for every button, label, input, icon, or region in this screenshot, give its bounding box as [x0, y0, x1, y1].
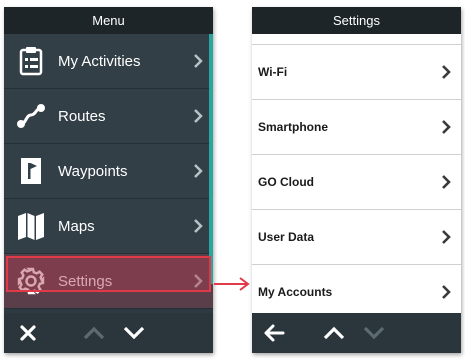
- chevron-right-icon: [431, 119, 461, 135]
- settings-bottom-bar: [252, 313, 461, 353]
- chevron-up-icon[interactable]: [74, 313, 114, 353]
- settings-item-wifi[interactable]: Wi-Fi: [252, 45, 461, 100]
- settings-item-label: Wi-Fi: [258, 65, 288, 79]
- menu-item-maps[interactable]: Maps: [4, 199, 213, 254]
- chevron-right-icon: [431, 64, 461, 80]
- menu-item-my-activities[interactable]: My Activities: [4, 34, 213, 89]
- settings-item-user-data[interactable]: User Data: [252, 210, 461, 265]
- menu-item-label: Waypoints: [58, 162, 128, 180]
- settings-item-go-cloud[interactable]: GO Cloud: [252, 155, 461, 210]
- settings-highlight-box: [6, 256, 211, 292]
- menu-item-waypoints[interactable]: Waypoints: [4, 144, 213, 199]
- settings-title: Settings: [252, 7, 461, 34]
- route-icon: [4, 103, 58, 129]
- menu-item-label: Routes: [58, 107, 106, 125]
- settings-item-label: My Accounts: [258, 285, 333, 299]
- menu-title: Menu: [4, 7, 213, 34]
- menu-item-routes[interactable]: Routes: [4, 89, 213, 144]
- chevron-down-icon[interactable]: [114, 313, 154, 353]
- settings-item-smartphone[interactable]: Smartphone: [252, 100, 461, 155]
- settings-item-label: User Data: [258, 230, 315, 244]
- scroll-indicator: [209, 34, 213, 284]
- clipboard-icon: [4, 46, 58, 76]
- menu-screen: Menu My Activities Routes Waypoints Maps…: [4, 7, 213, 353]
- back-arrow-icon[interactable]: [252, 313, 296, 353]
- chevron-right-icon: [431, 174, 461, 190]
- chevron-right-icon: [431, 284, 461, 300]
- map-icon: [4, 211, 58, 241]
- settings-item-label: Smartphone: [258, 120, 329, 134]
- waypoint-flag-icon: [4, 156, 58, 186]
- close-icon[interactable]: [4, 313, 52, 353]
- menu-item-label: My Activities: [58, 52, 141, 70]
- chevron-down-icon[interactable]: [354, 313, 394, 353]
- arrow-right-icon: [214, 277, 250, 291]
- list-item-partial: [252, 34, 461, 45]
- chevron-up-icon[interactable]: [314, 313, 354, 353]
- chevron-right-icon: [431, 229, 461, 245]
- settings-screen: Settings Wi-Fi Smartphone GO Cloud User …: [252, 7, 461, 353]
- settings-item-my-accounts[interactable]: My Accounts: [252, 265, 461, 320]
- menu-bottom-bar: [4, 313, 213, 353]
- settings-list: Wi-Fi Smartphone GO Cloud User Data My A…: [252, 34, 461, 320]
- menu-item-label: Maps: [58, 217, 95, 235]
- settings-item-label: GO Cloud: [258, 175, 314, 189]
